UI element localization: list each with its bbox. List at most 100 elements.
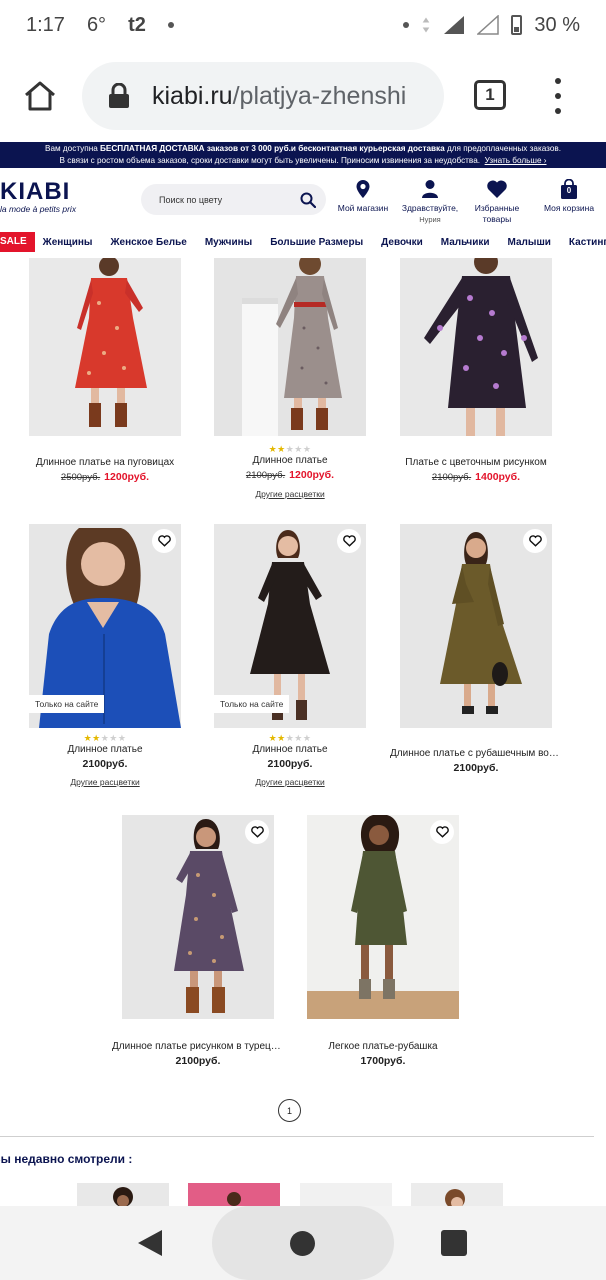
product-meta: ★★★★★ Длинное платье 2100руб. 1200руб. Др… <box>204 444 376 501</box>
cart-link[interactable]: 0 Моя корзина <box>540 178 598 214</box>
product-name[interactable]: Длинное платье рисунком в турецкий огуре… <box>112 1040 284 1054</box>
promo-banner: Вам доступна БЕСПЛАТНАЯ ДОСТАВКА заказов… <box>0 142 606 168</box>
nav-item-sale[interactable]: SALE <box>0 232 35 252</box>
old-price: 2100руб. <box>431 472 472 483</box>
product-image[interactable] <box>307 815 459 1019</box>
add-to-wishlist-button[interactable] <box>152 529 176 553</box>
clock: 1:17 <box>26 13 65 36</box>
url-host: kiabi.ru <box>152 81 233 110</box>
battery-level: 30 % <box>534 13 580 36</box>
promo-line-2: В связи с ростом объема заказов, сроки д… <box>0 155 606 167</box>
old-price: 2500руб. <box>60 472 101 483</box>
sale-price: 1200руб. <box>289 469 335 481</box>
home-icon <box>25 81 55 111</box>
product-thumb-image <box>113 1187 133 1207</box>
my-store-link[interactable]: Мой магазин <box>336 178 390 214</box>
add-to-wishlist-button[interactable] <box>430 820 454 844</box>
product-meta: ★★★★★ Длинное платье 2100руб. Другие рас… <box>19 733 191 789</box>
nav-item-babies[interactable]: Малыши <box>508 237 551 248</box>
address-bar[interactable]: kiabi.ru/platjya-zhenshi <box>82 62 444 130</box>
learn-more-link[interactable]: Узнать больше › <box>485 156 547 165</box>
product-name[interactable]: Длинное платье с рубашечным воротником <box>390 747 562 761</box>
nav-item-lingerie[interactable]: Женское Белье <box>110 237 186 248</box>
product-image[interactable] <box>122 815 274 1019</box>
online-only-badge: Только на сайте <box>214 695 290 713</box>
other-colors-link[interactable]: Другие расцветки <box>204 775 376 789</box>
product-name[interactable]: Легкое платье-рубашка <box>297 1040 469 1054</box>
back-icon[interactable] <box>136 1228 164 1258</box>
dress-photo <box>29 258 181 436</box>
weather-temp: 6° <box>86 13 107 36</box>
nav-item-boys[interactable]: Мальчики <box>441 237 490 248</box>
sale-price: 1400руб. <box>475 471 521 483</box>
battery-icon <box>511 15 523 35</box>
nav-item-castings[interactable]: Кастинги <box>569 237 606 248</box>
product-name[interactable]: Длинное платье <box>19 743 191 757</box>
status-bar: 1:17 6° t2 30 % <box>0 0 606 50</box>
promo-bold-text: БЕСПЛАТНАЯ ДОСТАВКА заказов от 3 000 руб… <box>100 144 445 153</box>
account-name: Нурия <box>419 215 441 224</box>
browser-home-button[interactable] <box>0 56 80 136</box>
product-image[interactable] <box>214 258 366 436</box>
search-icon[interactable] <box>300 192 316 208</box>
product-image[interactable] <box>29 258 181 436</box>
location-pin-icon <box>356 180 370 198</box>
menu-dot-icon <box>555 108 561 114</box>
product-meta: Длинное платье на пуговицах 2500руб. 1200… <box>19 456 191 485</box>
carrier-label: t2 <box>128 13 146 36</box>
other-colors-link[interactable]: Другие расцветки <box>204 487 376 501</box>
recently-viewed-title-text: Вы недавно смотрели : <box>0 1152 133 1166</box>
product-image[interactable] <box>400 258 552 436</box>
product-name[interactable]: Длинное платье на пуговицах <box>19 456 191 470</box>
add-to-wishlist-button[interactable] <box>245 820 269 844</box>
account-greeting: Здравствуйте, <box>401 203 459 213</box>
product-name[interactable]: Длинное платье <box>204 454 376 468</box>
recent-product-thumb[interactable] <box>77 1183 169 1207</box>
online-only-badge: Только на сайте <box>29 695 105 713</box>
nav-item-plus-size[interactable]: Большие Размеры <box>270 237 363 248</box>
nav-item-men[interactable]: Мужчины <box>205 237 252 248</box>
recent-product-thumb[interactable] <box>188 1183 280 1207</box>
other-colors-link[interactable]: Другие расцветки <box>19 775 191 789</box>
heart-outline-icon <box>250 826 264 838</box>
search-input[interactable] <box>159 194 300 205</box>
rating-stars: ★★★★★ <box>268 733 312 743</box>
recent-product-thumb[interactable] <box>300 1183 392 1207</box>
wishlist-label: Избранные товары <box>474 203 520 224</box>
promo-text: Вам доступна <box>44 144 101 153</box>
product-image[interactable]: Только на сайте <box>29 524 181 728</box>
product-meta: ★★★★★ Длинное платье 2100руб. Другие рас… <box>204 733 376 789</box>
dress-photo <box>400 524 552 728</box>
pagination-page-button[interactable]: 1 <box>278 1099 301 1122</box>
signal-icon <box>444 16 465 34</box>
nav-item-girls[interactable]: Девочки <box>381 237 423 248</box>
recent-product-thumb[interactable] <box>411 1183 503 1207</box>
nav-item-women[interactable]: Женщины <box>43 237 93 248</box>
product-name[interactable]: Платье с цветочным рисунком <box>390 456 562 470</box>
lock-icon <box>109 83 129 108</box>
product-thumb-image <box>227 1192 241 1206</box>
account-link[interactable]: Здравствуйте, Нурия <box>398 178 462 225</box>
home-icon[interactable] <box>290 1231 315 1256</box>
rating-stars: ★★★★★ <box>83 733 127 743</box>
browser-menu-button[interactable] <box>548 78 568 114</box>
menu-dot-icon <box>555 93 561 99</box>
heart-outline-icon <box>157 535 171 547</box>
product-meta: Длинное платье с рубашечным воротником 2… <box>390 747 562 775</box>
recent-apps-icon[interactable] <box>441 1230 467 1256</box>
add-to-wishlist-button[interactable] <box>337 529 361 553</box>
product-price: 2100руб. <box>82 758 128 770</box>
tab-switcher-button[interactable]: 1 <box>474 80 506 110</box>
product-image[interactable] <box>400 524 552 728</box>
my-store-label: Мой магазин <box>337 203 389 213</box>
dress-photo <box>214 258 366 436</box>
wishlist-link[interactable]: Избранные товары <box>468 178 526 225</box>
add-to-wishlist-button[interactable] <box>523 529 547 553</box>
product-meta: Легкое платье-рубашка 1700руб. <box>297 1040 469 1068</box>
product-name[interactable]: Длинное платье <box>204 743 376 757</box>
kiabi-logo[interactable]: KIABI la mode à petits prix <box>0 180 76 215</box>
product-image[interactable]: Только на сайте <box>214 524 366 728</box>
dress-photo <box>122 815 274 1019</box>
heart-outline-icon <box>342 535 356 547</box>
rating-stars: ★★★★★ <box>268 444 312 454</box>
